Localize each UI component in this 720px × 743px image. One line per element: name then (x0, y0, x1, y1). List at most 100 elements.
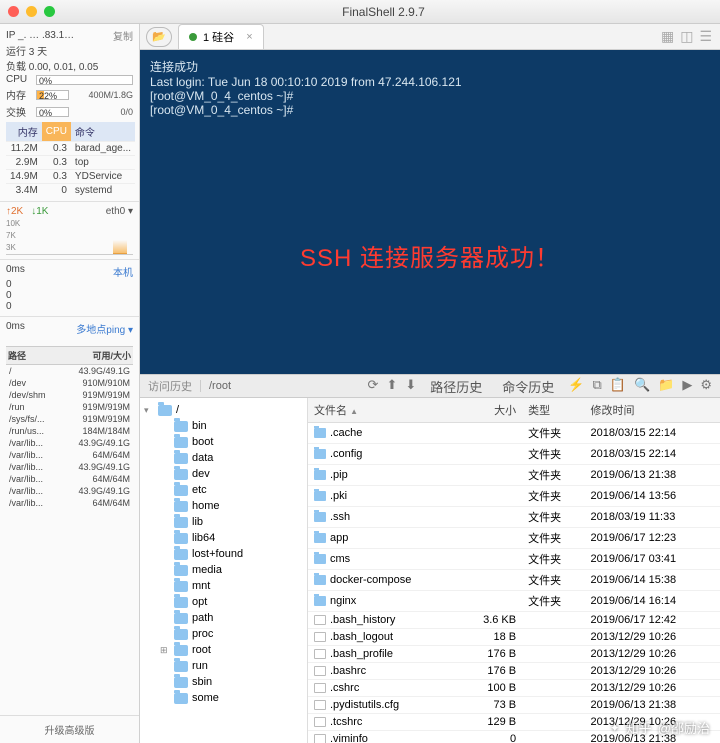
disk-row[interactable]: /43.9G/49.1G (6, 365, 133, 378)
close-icon[interactable] (8, 6, 19, 17)
terminal[interactable]: 连接成功Last login: Tue Jun 18 00:10:10 2019… (140, 50, 720, 374)
tree-node[interactable]: home (142, 498, 305, 514)
latency-multi-ms: 0ms (6, 321, 25, 336)
close-tab-icon[interactable]: × (246, 31, 252, 43)
disk-row[interactable]: /var/lib...64M/64M (6, 473, 133, 485)
file-row[interactable]: nginx文件夹2019/06/14 16:14 (308, 591, 720, 612)
col-type[interactable]: 类型 (522, 398, 584, 423)
tree-node[interactable]: some (142, 690, 305, 706)
terminal-line: 连接成功 (150, 58, 710, 75)
grid-view-icon[interactable]: ▦ (661, 28, 674, 45)
file-row[interactable]: .pki文件夹2019/06/14 13:56 (308, 486, 720, 507)
process-row[interactable]: 14.9M0.3YDService (6, 170, 135, 184)
file-row[interactable]: app文件夹2019/06/17 12:23 (308, 528, 720, 549)
file-row[interactable]: .bash_profile176 B2013/12/29 10:26 (308, 646, 720, 663)
disk-row[interactable]: /var/lib...43.9G/49.1G (6, 437, 133, 449)
gear-icon[interactable]: ⚙ (700, 377, 712, 396)
clipboard-icon[interactable]: 📋 (610, 377, 626, 396)
folder-icon[interactable]: 📂 (146, 27, 172, 47)
maximize-icon[interactable] (44, 6, 55, 17)
file-row[interactable]: .cshrc100 B2013/12/29 10:26 (308, 680, 720, 697)
tabbar: 📂 1 硅谷 × ▦ ◫ ☰ (140, 24, 720, 50)
file-row[interactable]: docker-compose文件夹2019/06/14 15:38 (308, 570, 720, 591)
bolt-icon[interactable]: ⚡ (568, 377, 584, 396)
minimize-icon[interactable] (26, 6, 37, 17)
tree-node[interactable]: lib (142, 514, 305, 530)
swap-bar: 0% (36, 107, 69, 117)
copy-icon[interactable]: ⧉ (592, 377, 601, 396)
file-row[interactable]: cms文件夹2019/06/17 03:41 (308, 549, 720, 570)
mem-label: 内存 (6, 87, 32, 102)
window-title: FinalShell 2.9.7 (55, 5, 712, 19)
tree-node[interactable]: lib64 (142, 530, 305, 546)
col-mtime[interactable]: 修改时间 (585, 398, 720, 423)
file-row[interactable]: .bashrc176 B2013/12/29 10:26 (308, 663, 720, 680)
net-up: ↑2K (6, 206, 23, 217)
file-row[interactable]: .ssh文件夹2018/03/19 11:33 (308, 507, 720, 528)
disk-row[interactable]: /sys/fs/...919M/919M (6, 413, 133, 425)
process-row[interactable]: 11.2M0.3barad_age... (6, 142, 135, 156)
tree-node[interactable]: ⊞root (142, 642, 305, 658)
file-row[interactable]: .bash_history3.6 KB2019/06/17 12:42 (308, 612, 720, 629)
disk-row[interactable]: /var/lib...43.9G/49.1G (6, 461, 133, 473)
file-tree[interactable]: ▾ / binbootdatadevetchomeliblib64lost+fo… (140, 398, 308, 743)
process-row[interactable]: 2.9M0.3top (6, 156, 135, 170)
file-row[interactable]: .cache文件夹2018/03/15 22:14 (308, 423, 720, 444)
file-row[interactable]: .config文件夹2018/03/15 22:14 (308, 444, 720, 465)
refresh-icon[interactable]: ⟳ (368, 377, 379, 396)
disk-row[interactable]: /var/lib...64M/64M (6, 497, 133, 509)
file-row[interactable]: .bash_logout18 B2013/12/29 10:26 (308, 629, 720, 646)
disk-row[interactable]: /dev910M/910M (6, 377, 133, 389)
tree-node[interactable]: path (142, 610, 305, 626)
zhihu-logo-icon: ✦ (610, 721, 620, 735)
route-history[interactable]: 路径历史 (424, 377, 488, 396)
tree-node[interactable]: lost+found (142, 546, 305, 562)
tree-node[interactable]: mnt (142, 578, 305, 594)
cpu-bar: 0% (36, 75, 133, 85)
watermark: ✦ 知乎 @邵励治 (610, 718, 710, 737)
list-view-icon[interactable]: ☰ (699, 28, 712, 45)
tree-node[interactable]: etc (142, 482, 305, 498)
download-icon[interactable]: ⬇ (405, 377, 416, 396)
upgrade-button[interactable]: 升级高级版 (0, 715, 139, 743)
overlay-text: SSH 连接服务器成功！ (140, 238, 720, 273)
disk-row[interactable]: /run919M/919M (6, 401, 133, 413)
tree-node[interactable]: proc (142, 626, 305, 642)
disk-table: 路径可用/大小 /43.9G/49.1G/dev910M/910M/dev/sh… (6, 346, 133, 509)
tab-session[interactable]: 1 硅谷 × (178, 24, 264, 49)
latency-multi-label[interactable]: 多地点ping ▾ (76, 321, 133, 336)
col-name[interactable]: 文件名 ▲ (308, 398, 460, 423)
net-down: ↓1K (31, 206, 48, 217)
file-listing[interactable]: 文件名 ▲ 大小 类型 修改时间 .cache文件夹2018/03/15 22:… (308, 398, 720, 743)
disk-row[interactable]: /dev/shm919M/919M (6, 389, 133, 401)
tree-node[interactable]: sbin (142, 674, 305, 690)
play-icon[interactable]: ▶ (682, 377, 692, 396)
tree-node[interactable]: data (142, 450, 305, 466)
split-view-icon[interactable]: ◫ (680, 28, 693, 45)
disk-row[interactable]: /run/us...184M/184M (6, 425, 133, 437)
new-folder-icon[interactable]: 📁 (658, 377, 674, 396)
col-size[interactable]: 大小 (460, 398, 522, 423)
disk-row[interactable]: /var/lib...43.9G/49.1G (6, 485, 133, 497)
process-row[interactable]: 3.4M0systemd (6, 184, 135, 198)
copy-button[interactable]: 复制 (113, 28, 133, 43)
history-bar: 访问历史 /root ⟳ ⬆ ⬇ 路径历史 命令历史 ⚡ ⧉ 📋 🔍 📁 ▶ ⚙ (140, 374, 720, 398)
tree-node[interactable]: run (142, 658, 305, 674)
net-iface[interactable]: eth0 ▾ (106, 206, 133, 217)
tree-root[interactable]: ▾ / (142, 402, 305, 418)
tree-node[interactable]: opt (142, 594, 305, 610)
tree-node[interactable]: boot (142, 434, 305, 450)
tree-node[interactable]: media (142, 562, 305, 578)
cmd-history[interactable]: 命令历史 (496, 377, 560, 396)
latency-local-label[interactable]: 本机 (113, 264, 133, 279)
file-row[interactable]: .pip文件夹2019/06/13 21:38 (308, 465, 720, 486)
file-row[interactable]: .pydistutils.cfg73 B2019/06/13 21:38 (308, 697, 720, 714)
net-chart: 10K 7K 3K (6, 219, 133, 255)
upload-icon[interactable]: ⬆ (386, 377, 397, 396)
search-icon[interactable]: 🔍 (634, 377, 650, 396)
current-path[interactable]: /root (200, 380, 360, 392)
tree-node[interactable]: bin (142, 418, 305, 434)
tree-node[interactable]: dev (142, 466, 305, 482)
disk-row[interactable]: /var/lib...64M/64M (6, 449, 133, 461)
visit-history[interactable]: 访问历史 (140, 378, 200, 394)
